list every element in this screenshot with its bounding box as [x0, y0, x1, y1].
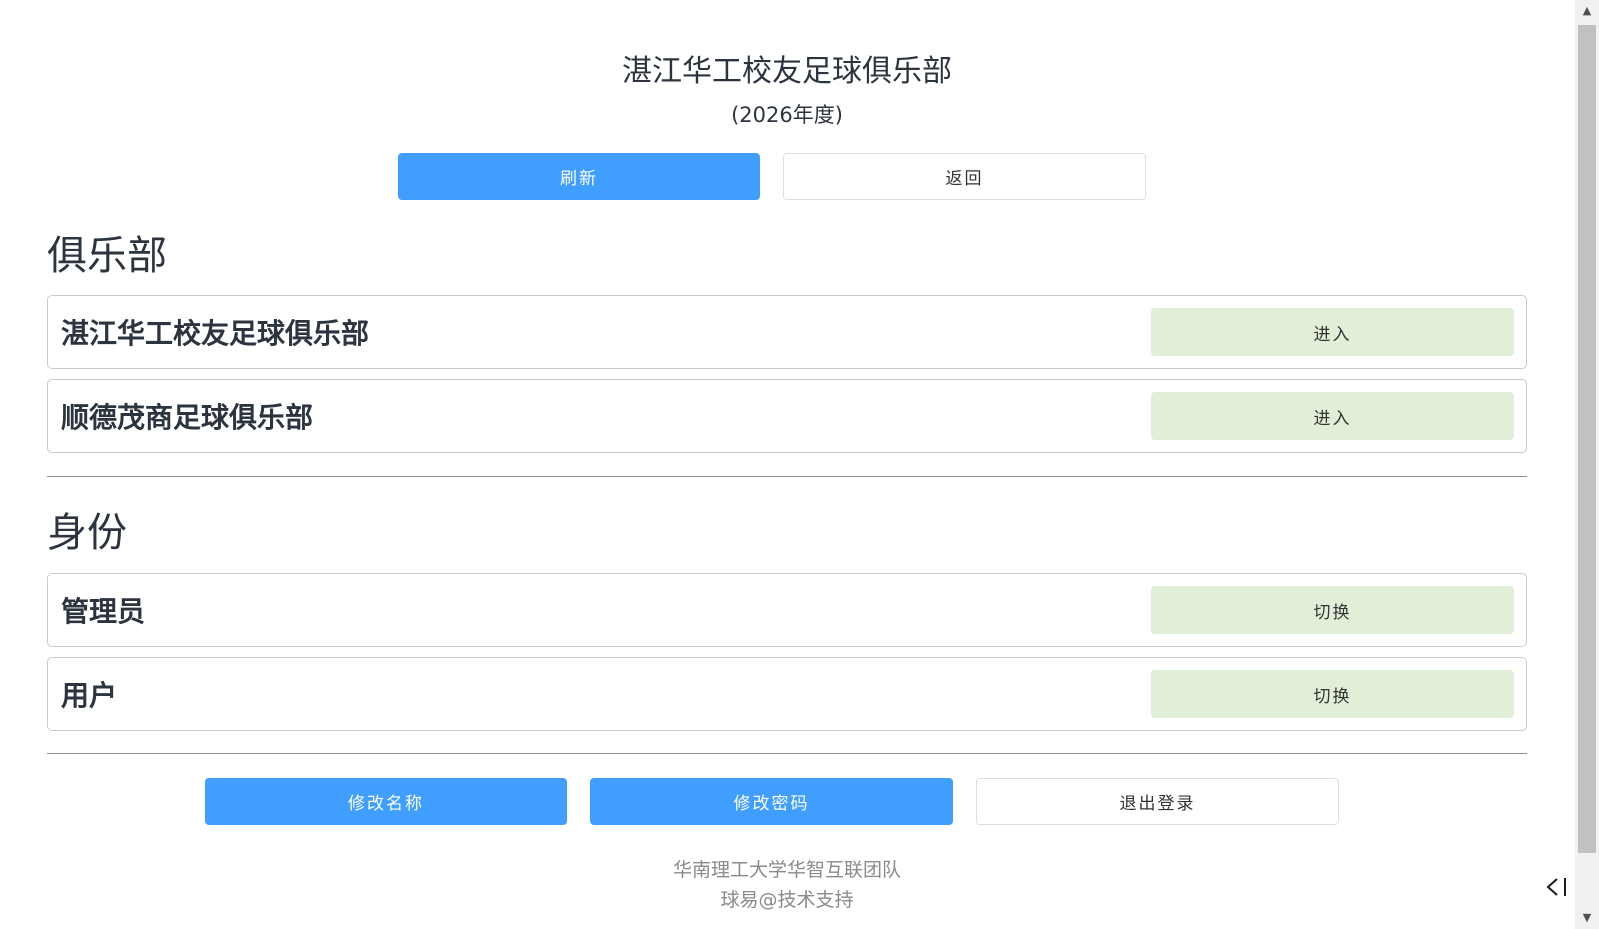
rename-button[interactable]: 修改名称	[205, 778, 567, 825]
club-card: 湛江华工校友足球俱乐部 进入	[47, 295, 1527, 369]
identity-card: 用户 切换	[47, 657, 1527, 731]
back-button[interactable]: 返回	[783, 153, 1146, 200]
scroll-down-arrow-icon[interactable]: ▼	[1575, 909, 1599, 927]
page-subtitle: (2026年度)	[731, 103, 843, 127]
identity-name: 管理员	[61, 595, 146, 628]
refresh-button[interactable]: 刷新	[398, 153, 760, 200]
enter-club-button[interactable]: 进入	[1151, 392, 1514, 440]
vertical-scrollbar[interactable]: ▲ ▼	[1575, 0, 1599, 929]
club-name: 顺德茂商足球俱乐部	[61, 401, 314, 434]
identity-card: 管理员 切换	[47, 573, 1527, 647]
section-divider	[47, 753, 1527, 754]
section-divider	[47, 476, 1527, 477]
page-title: 湛江华工校友足球俱乐部	[622, 54, 952, 89]
switch-identity-button[interactable]: 切换	[1151, 670, 1514, 718]
collapse-left-icon[interactable]	[1543, 872, 1573, 902]
change-password-button[interactable]: 修改密码	[590, 778, 953, 825]
club-card: 顺德茂商足球俱乐部 进入	[47, 379, 1527, 453]
identity-name: 用户	[61, 679, 118, 712]
scroll-up-arrow-icon[interactable]: ▲	[1575, 2, 1599, 20]
footer-support: 球易@技术支持	[720, 889, 854, 911]
enter-club-button[interactable]: 进入	[1151, 308, 1514, 356]
identity-heading: 身份	[47, 510, 127, 556]
page: 湛江华工校友足球俱乐部 (2026年度) 刷新 返回 俱乐部 湛江华工校友足球俱…	[0, 0, 1599, 929]
logout-button[interactable]: 退出登录	[976, 778, 1339, 825]
scrollbar-thumb[interactable]	[1578, 25, 1596, 853]
clubs-heading: 俱乐部	[47, 233, 167, 279]
switch-identity-button[interactable]: 切换	[1151, 586, 1514, 634]
footer-team: 华南理工大学华智互联团队	[672, 859, 901, 881]
club-name: 湛江华工校友足球俱乐部	[61, 317, 370, 350]
